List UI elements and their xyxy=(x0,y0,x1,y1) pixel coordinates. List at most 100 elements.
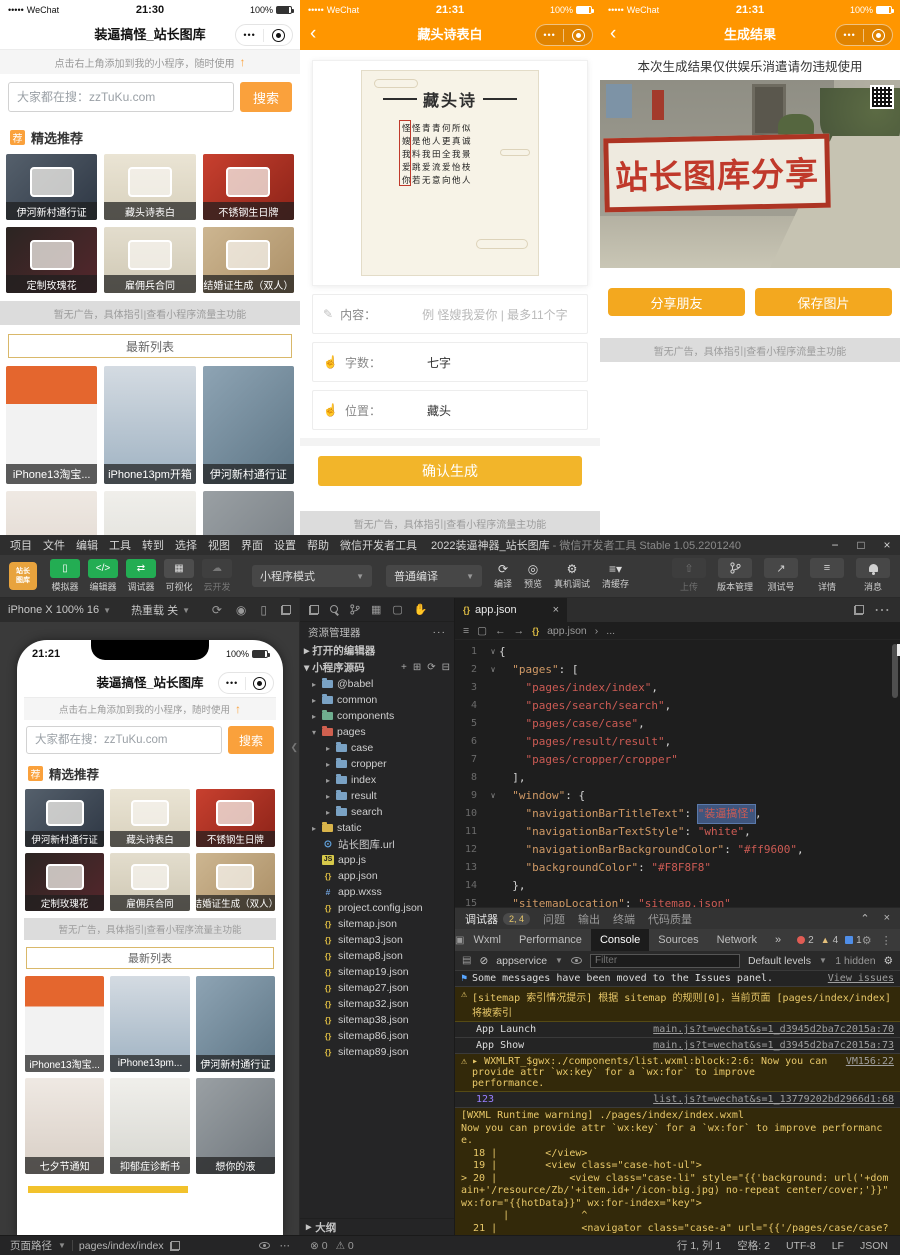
test-account-button[interactable]: ↗测试号 xyxy=(758,558,804,593)
problems-section[interactable]: ⊗ 0 ⚠ 0 xyxy=(300,1240,455,1252)
tab-terminal[interactable]: 终端 xyxy=(613,911,635,927)
case-card[interactable] xyxy=(6,491,97,535)
case-card[interactable]: iPhone13pm... xyxy=(110,976,189,1072)
case-card[interactable]: 定制玫瑰花 xyxy=(25,853,104,911)
case-card[interactable]: 伊河新村通行证 xyxy=(25,789,104,847)
case-card[interactable]: 伊河新村通行证 xyxy=(196,976,275,1072)
copy-icon[interactable] xyxy=(170,1241,180,1251)
device-frame-icon[interactable]: ▯ xyxy=(260,603,267,617)
word-count-value[interactable]: 七字 xyxy=(427,354,451,371)
tree-folder[interactable]: ▸search xyxy=(300,804,454,820)
more-icon[interactable]: ••• xyxy=(226,679,238,688)
more-icon[interactable]: ⋯ xyxy=(280,1240,291,1252)
page-path-value[interactable]: pages/index/index xyxy=(79,1240,164,1252)
case-card[interactable]: 藏头诗表白 xyxy=(104,154,195,220)
collapse-all-icon[interactable]: ⊟ xyxy=(442,662,450,673)
capsule-menu[interactable]: ••• xyxy=(835,24,893,46)
case-card[interactable]: 想你的液 xyxy=(196,1078,275,1174)
minimize-target-icon[interactable] xyxy=(272,29,285,42)
nav-back-icon[interactable]: ← xyxy=(495,625,506,637)
version-control-button[interactable]: 版本管理 xyxy=(712,558,758,593)
view-issues-link[interactable]: View issues xyxy=(820,973,894,984)
details-button[interactable]: ≡详情 xyxy=(804,558,850,593)
project-root-row[interactable]: ▾小程序源码 +⊞⟳⊟ xyxy=(300,659,454,676)
cloud-dev-button[interactable]: ☁云开发 xyxy=(199,559,235,593)
tab-performance[interactable]: Performance xyxy=(510,929,591,951)
menu-item[interactable]: 项目 xyxy=(10,537,32,553)
tree-folder[interactable]: ▾pages xyxy=(300,724,454,740)
tree-file[interactable]: {}sitemap.json xyxy=(300,916,454,932)
close-tab-icon[interactable]: × xyxy=(553,604,559,616)
device-debug-button[interactable]: ⚙真机调试 xyxy=(554,563,590,590)
context-select[interactable]: appservice xyxy=(496,955,547,967)
tree-folder[interactable]: ▸static xyxy=(300,820,454,836)
menu-item[interactable]: 转到 xyxy=(142,537,164,553)
menu-item[interactable]: 设置 xyxy=(274,537,296,553)
menu-item[interactable]: 工具 xyxy=(109,537,131,553)
more-icon[interactable]: ••• xyxy=(243,31,255,40)
minimize-target-icon[interactable] xyxy=(872,29,885,42)
settings-gear-icon[interactable]: ⚙ xyxy=(862,934,872,947)
more-icon[interactable]: ••• xyxy=(543,31,555,40)
maximize-button[interactable]: □ xyxy=(848,538,874,552)
word-count-field-row[interactable]: ☝ 字数： 七字 xyxy=(312,342,588,382)
outline-icon[interactable]: ≡ xyxy=(463,625,469,637)
page-path-label[interactable]: 页面路径 xyxy=(10,1238,52,1253)
files-icon[interactable] xyxy=(309,605,319,615)
eye-icon[interactable] xyxy=(259,1242,270,1249)
case-card[interactable]: 抑郁症诊断书 xyxy=(110,1078,189,1174)
case-card[interactable] xyxy=(203,491,294,535)
top-frame-icon[interactable]: ▤ xyxy=(462,955,471,966)
tree-file[interactable]: {}sitemap27.json xyxy=(300,980,454,996)
menu-item[interactable]: 编辑 xyxy=(76,537,98,553)
tree-folder[interactable]: ▸components xyxy=(300,708,454,724)
tree-file[interactable]: {}sitemap8.json xyxy=(300,948,454,964)
back-icon[interactable]: ‹ xyxy=(310,20,316,48)
case-card[interactable]: 七夕节通知 xyxy=(25,1078,104,1174)
search-icon[interactable] xyxy=(330,605,339,614)
outline-section[interactable]: ▸大纲 xyxy=(300,1218,454,1235)
case-card[interactable]: 定制玫瑰花 xyxy=(6,227,97,293)
capsule-menu[interactable]: ••• xyxy=(218,672,274,694)
tree-file[interactable]: {}sitemap38.json xyxy=(300,1012,454,1028)
case-card[interactable]: 伊河新村通行证 xyxy=(6,154,97,220)
case-card[interactable]: iPhone13淘宝... xyxy=(25,976,104,1072)
content-input[interactable]: 例 怪嫂我爱你 | 最多11个字 xyxy=(422,306,568,323)
more-icon[interactable]: ••• xyxy=(843,31,855,40)
case-card[interactable]: 雇佣兵合同 xyxy=(110,853,189,911)
editor-toggle-button[interactable]: </>编辑器 xyxy=(85,559,121,593)
case-card[interactable] xyxy=(104,491,195,535)
refresh-icon[interactable]: ⟳ xyxy=(427,662,435,673)
tree-folder[interactable]: ▸case xyxy=(300,740,454,756)
minimize-button[interactable]: − xyxy=(822,538,848,552)
compile-mode-select[interactable]: 普通编译▼ xyxy=(386,565,482,587)
preview-button[interactable]: ◎预览 xyxy=(524,563,542,590)
menu-item[interactable]: 微信开发者工具 xyxy=(340,537,417,553)
new-folder-icon[interactable]: ⊞ xyxy=(413,662,421,673)
position-field-row[interactable]: ☝ 位置： 藏头 xyxy=(312,390,588,430)
cursor-position[interactable]: 行 1, 列 1 xyxy=(677,1238,721,1253)
tab-network[interactable]: Network xyxy=(708,929,766,951)
minimize-target-icon[interactable] xyxy=(572,29,585,42)
code-editor[interactable]: 1∨{ 2∨ "pages": [ 3 "pages/index/index",… xyxy=(455,640,900,907)
source-link[interactable]: VM156:22 xyxy=(838,1056,894,1067)
hot-reload-select[interactable]: 热重载 关 xyxy=(131,602,178,618)
case-card[interactable]: 不锈钢生日牌 xyxy=(196,789,275,847)
save-image-button[interactable]: 保存图片 xyxy=(755,288,892,316)
case-card[interactable]: 藏头诗表白 xyxy=(110,789,189,847)
back-icon[interactable]: ‹ xyxy=(610,20,616,48)
eol[interactable]: LF xyxy=(832,1240,844,1252)
device-select[interactable]: iPhone X 100% 16 xyxy=(8,604,99,616)
clear-cache-button[interactable]: ≡▾清缓存 xyxy=(602,563,629,590)
tree-file[interactable]: #app.wxss xyxy=(300,884,454,900)
multi-window-icon[interactable] xyxy=(281,605,291,615)
breadcrumb-file[interactable]: app.json xyxy=(547,625,587,637)
debugger-toggle-button[interactable]: ⇄调试器 xyxy=(123,559,159,593)
tree-file[interactable]: JSapp.js xyxy=(300,852,454,868)
case-card[interactable]: 不锈钢生日牌 xyxy=(203,154,294,220)
more-icon[interactable]: ··· xyxy=(433,626,447,638)
more-tabs-icon[interactable]: » xyxy=(766,929,790,951)
tab-console[interactable]: Console xyxy=(591,929,649,951)
close-button[interactable]: × xyxy=(874,538,900,552)
tree-file[interactable]: {}sitemap19.json xyxy=(300,964,454,980)
